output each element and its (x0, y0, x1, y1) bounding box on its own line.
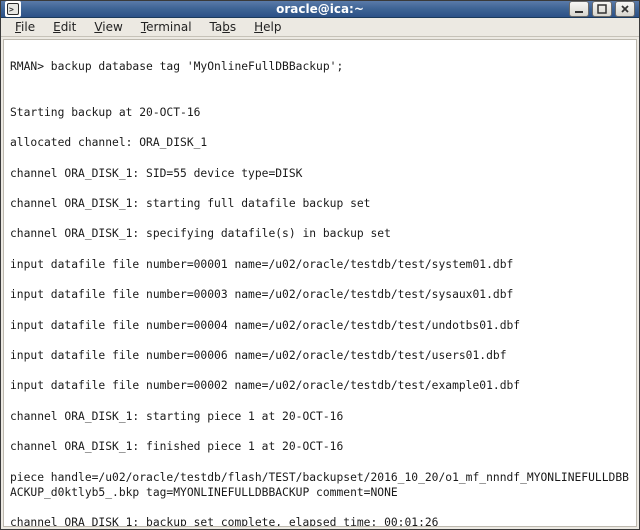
maximize-button[interactable] (592, 1, 612, 17)
terminal-app-icon: > (5, 1, 21, 17)
terminal-output[interactable]: RMAN> backup database tag 'MyOnlineFullD… (3, 39, 637, 527)
terminal-line: allocated channel: ORA_DISK_1 (10, 135, 630, 150)
terminal-line: input datafile file number=00001 name=/u… (10, 257, 630, 272)
svg-text:>: > (9, 5, 14, 14)
terminal-line: input datafile file number=00004 name=/u… (10, 318, 630, 333)
menu-terminal[interactable]: Terminal (133, 18, 200, 36)
terminal-line: channel ORA_DISK_1: backup set complete,… (10, 515, 630, 527)
menu-view[interactable]: View (86, 18, 130, 36)
menu-help[interactable]: Help (246, 18, 289, 36)
close-button[interactable] (615, 1, 635, 17)
app-window: > oracle@ica:~ File Edit View Terminal T… (0, 0, 640, 530)
close-icon (620, 4, 630, 14)
menubar: File Edit View Terminal Tabs Help (1, 18, 639, 37)
terminal-line: input datafile file number=00002 name=/u… (10, 378, 630, 393)
terminal-line: Starting backup at 20-OCT-16 (10, 105, 630, 120)
minimize-button[interactable] (569, 1, 589, 17)
terminal-line: piece handle=/u02/oracle/testdb/flash/TE… (10, 470, 630, 500)
terminal-line: input datafile file number=00003 name=/u… (10, 287, 630, 302)
menu-edit[interactable]: Edit (45, 18, 84, 36)
terminal-line: channel ORA_DISK_1: finished piece 1 at … (10, 439, 630, 454)
terminal-line: channel ORA_DISK_1: SID=55 device type=D… (10, 166, 630, 181)
terminal-line: channel ORA_DISK_1: starting piece 1 at … (10, 409, 630, 424)
menu-file[interactable]: File (7, 18, 43, 36)
titlebar[interactable]: > oracle@ica:~ (1, 1, 639, 18)
terminal-line: channel ORA_DISK_1: specifying datafile(… (10, 226, 630, 241)
terminal-line: channel ORA_DISK_1: starting full datafi… (10, 196, 630, 211)
window-controls (569, 1, 635, 17)
window-title: oracle@ica:~ (1, 2, 639, 16)
menu-tabs[interactable]: Tabs (202, 18, 245, 36)
minimize-icon (574, 4, 584, 14)
terminal-line: RMAN> backup database tag 'MyOnlineFullD… (10, 59, 630, 74)
maximize-icon (597, 4, 607, 14)
terminal-line: input datafile file number=00006 name=/u… (10, 348, 630, 363)
